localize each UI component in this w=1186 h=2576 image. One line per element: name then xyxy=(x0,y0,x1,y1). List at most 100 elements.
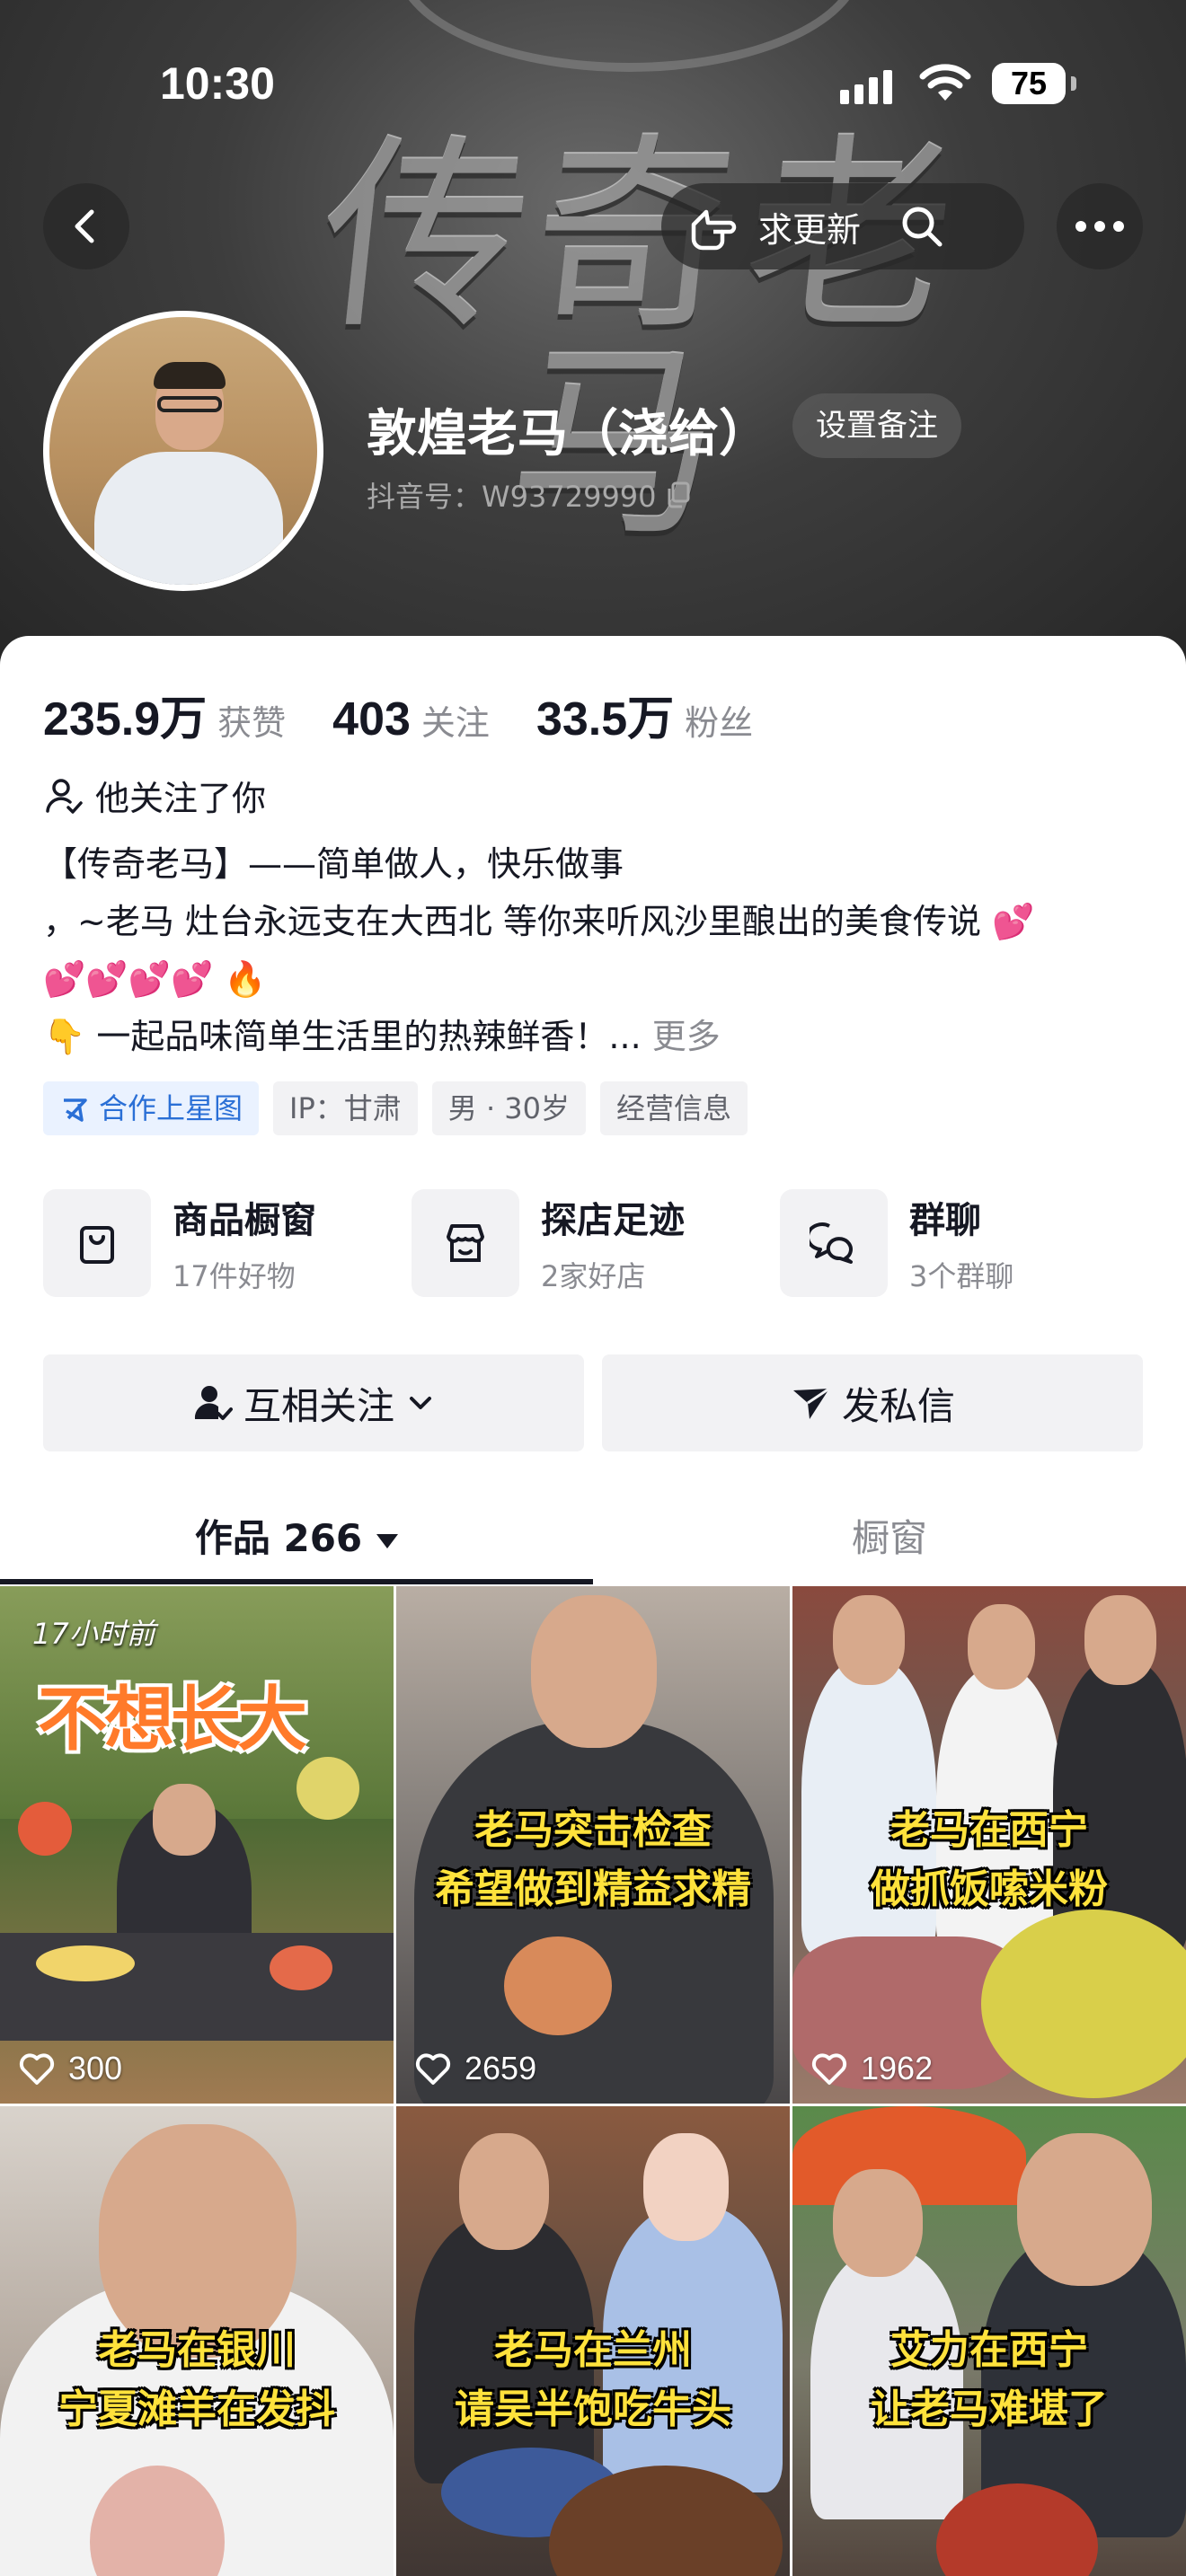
status-time: 10:30 xyxy=(160,58,275,109)
feature-product-showcase[interactable]: 商品橱窗 17件好物 xyxy=(43,1189,412,1297)
douyin-id-text: 抖音号：W93729990 xyxy=(367,480,657,514)
copy-icon[interactable] xyxy=(666,481,691,508)
tab-works-label: 作品 266 xyxy=(194,1516,363,1560)
shopping-bag-icon xyxy=(80,1226,114,1264)
profile-sheet: 235.9万 获赞 403 关注 33.5万 粉丝 他关注了你 【传奇老马】——… xyxy=(0,636,1186,2576)
video-like-count: 300 xyxy=(68,2050,123,2086)
caret-down-icon[interactable] xyxy=(376,1533,399,1548)
video-caption-line: 老马突击检查 xyxy=(474,1807,712,1853)
chevron-down-icon xyxy=(410,1397,431,1409)
hand-pointing-icon[interactable] xyxy=(686,199,744,253)
video-caption-line: 请吴半饱吃牛头 xyxy=(455,2386,731,2432)
fire-emoji: 🔥 xyxy=(224,959,267,999)
send-message-label: 发私信 xyxy=(841,1383,955,1428)
feature-group-chat[interactable]: 群聊 3个群聊 xyxy=(780,1189,1148,1297)
hearts-emoji: 💕💕💕💕 xyxy=(43,959,214,999)
wifi-icon xyxy=(919,64,971,101)
video-caption-line: 艾力在西宁 xyxy=(890,2327,1088,2373)
bio-line: ，~老马 灶台永远支在大西北 等你来听风沙里酿出的美食传说 💕 xyxy=(43,893,1148,950)
header-action-pill: 求更新 xyxy=(661,183,1024,269)
tag-star-map[interactable]: 合作上星图 xyxy=(43,1081,260,1135)
mutual-follow-label: 互相关注 xyxy=(243,1383,394,1428)
stat-label: 关注 xyxy=(420,703,490,743)
pointing-down-emoji: 👇 xyxy=(43,1017,86,1056)
feature-subtitle: 17件好物 xyxy=(173,1259,296,1293)
bio-line: 💕💕💕💕 🔥 xyxy=(43,950,1148,1008)
profile-stats: 235.9万 获赞 403 关注 33.5万 粉丝 xyxy=(43,681,800,748)
feature-title: 探店足迹 xyxy=(541,1200,685,1241)
set-remark-button[interactable]: 设置备注 xyxy=(792,393,961,458)
send-message-button[interactable]: 发私信 xyxy=(602,1354,1143,1451)
video-likes: 2659 xyxy=(414,2050,536,2087)
douyin-id[interactable]: 抖音号：W93729990 xyxy=(367,474,691,516)
bio-text: 一起品味简单生活里的热辣鲜香！... xyxy=(96,1017,652,1056)
video-caption-line: 宁夏滩羊在发抖 xyxy=(58,2386,335,2432)
tag-ip-location: IP：甘肃 xyxy=(273,1081,418,1135)
video-thumbnail[interactable]: 老马突击检查 希望做到精益求精 2659 xyxy=(396,1586,790,2104)
chat-bubbles-icon xyxy=(810,1222,853,1264)
tag-gender-age: 男 · 30岁 xyxy=(431,1081,587,1135)
profile-bio[interactable]: 【传奇老马】——简单做人，快乐做事 ，~老马 灶台永远支在大西北 等你来听风沙里… xyxy=(43,835,1148,1065)
feature-shortcuts: 商品橱窗 17件好物 探店足迹 2家好店 群聊 3个群聊 xyxy=(43,1189,1148,1297)
stat-value: 403 xyxy=(332,693,411,745)
video-thumbnail[interactable]: 艾力在西宁 让老马难堪了 xyxy=(792,2106,1186,2576)
video-time-ago: 17小时前 xyxy=(32,1617,155,1651)
more-options-button[interactable] xyxy=(1057,183,1143,269)
chevron-left-icon xyxy=(75,209,94,243)
bio-line: 👇 一起品味简单生活里的热辣鲜香！... 更多 xyxy=(43,1008,1148,1065)
video-thumbnail[interactable]: 老马在银川 宁夏滩羊在发抖 xyxy=(0,2106,394,2576)
tab-showcase-label: 橱窗 xyxy=(851,1516,927,1560)
video-caption-line: 希望做到精益求精 xyxy=(435,1866,751,1912)
tab-works[interactable]: 作品 266 xyxy=(0,1489,593,1588)
video-caption-line: 老马在兰州 xyxy=(494,2327,692,2373)
cellular-signal-icon xyxy=(840,68,903,104)
video-thumbnail[interactable]: 17小时前 不想长大 300 xyxy=(0,1586,394,2104)
bio-text: ，~老马 灶台永远支在大西北 等你来听风沙里酿出的美食传说 xyxy=(43,902,982,941)
feature-subtitle: 2家好店 xyxy=(541,1259,646,1293)
user-check-filled-icon xyxy=(194,1386,233,1420)
paper-plane-icon xyxy=(792,1387,830,1419)
bio-more-link[interactable]: 更多 xyxy=(652,1017,721,1056)
mutual-follow-button[interactable]: 互相关注 xyxy=(43,1354,584,1451)
stat-value: 33.5万 xyxy=(535,693,675,745)
video-caption-line: 老马在银川 xyxy=(98,2327,296,2373)
video-likes: 1962 xyxy=(810,2050,933,2087)
stat-followers[interactable]: 33.5万 粉丝 xyxy=(536,681,753,748)
video-title-overlay: 不想长大 xyxy=(38,1680,307,1760)
feature-title: 商品橱窗 xyxy=(173,1200,316,1241)
search-icon[interactable] xyxy=(897,201,947,251)
feature-subtitle: 3个群聊 xyxy=(909,1259,1014,1293)
heart-outline-icon xyxy=(415,2053,451,2085)
video-caption-line: 老马在西宁 xyxy=(890,1807,1088,1853)
profile-name: 敦煌老马（浇给） xyxy=(367,405,769,463)
back-button[interactable] xyxy=(43,183,129,269)
video-grid: 17小时前 不想长大 300 老马突击检查 希望做到精益求精 2659 老马在西… xyxy=(0,1586,1186,2576)
profile-actions: 互相关注 发私信 xyxy=(43,1354,1143,1451)
stat-label: 获赞 xyxy=(217,703,287,743)
star-map-icon xyxy=(64,1098,87,1122)
tab-showcase[interactable]: 橱窗 xyxy=(593,1489,1186,1588)
follows-you-indicator: 他关注了你 xyxy=(43,771,266,820)
video-thumbnail[interactable]: 老马在西宁 做抓饭嗦米粉 1962 xyxy=(792,1586,1186,2104)
video-thumbnail[interactable]: 老马在兰州 请吴半饱吃牛头 xyxy=(396,2106,790,2576)
avatar[interactable] xyxy=(43,311,323,591)
more-dots-icon xyxy=(1075,221,1124,232)
stat-following[interactable]: 403 关注 xyxy=(332,693,490,746)
heart-outline-icon xyxy=(811,2053,847,2085)
user-check-icon xyxy=(46,778,83,814)
feature-store-visits[interactable]: 探店足迹 2家好店 xyxy=(412,1189,780,1297)
tag-star-map-label: 合作上星图 xyxy=(99,1091,243,1125)
video-caption-line: 做抓饭嗦米粉 xyxy=(871,1866,1108,1912)
tag-business-info[interactable]: 经营信息 xyxy=(600,1081,748,1135)
heart-emoji: 💕 xyxy=(992,902,1035,941)
stat-likes: 235.9万 获赞 xyxy=(43,681,286,748)
active-tab-indicator xyxy=(0,1579,593,1584)
stat-value: 235.9万 xyxy=(43,693,208,745)
stat-label: 粉丝 xyxy=(685,703,754,743)
feature-title: 群聊 xyxy=(909,1200,981,1241)
video-likes: 300 xyxy=(18,2050,122,2087)
video-like-count: 1962 xyxy=(861,2050,934,2086)
heart-outline-icon xyxy=(19,2053,55,2085)
request-update-button[interactable]: 求更新 xyxy=(758,202,861,251)
follows-you-label: 他关注了你 xyxy=(95,779,267,818)
